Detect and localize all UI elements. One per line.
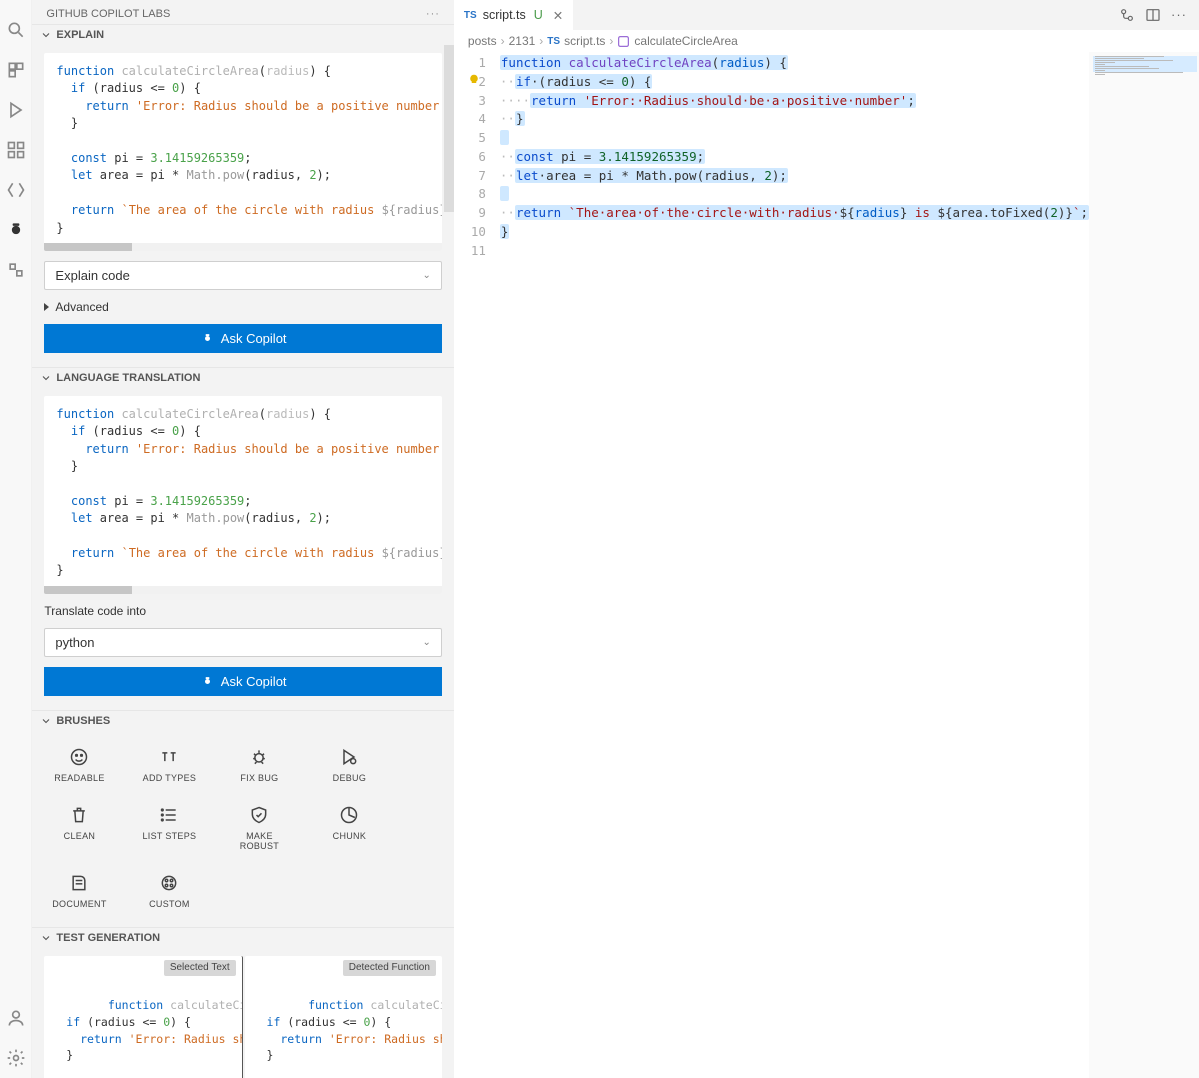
- compare-icon[interactable]: [1119, 7, 1135, 23]
- section-header-brushes[interactable]: BRUSHES: [32, 711, 453, 731]
- ts-file-icon: TS: [464, 10, 477, 21]
- ask-copilot-button[interactable]: Ask Copilot: [44, 667, 441, 696]
- tab-script-ts[interactable]: TS script.ts U ✕: [454, 0, 573, 30]
- copilot-icon: [200, 674, 215, 689]
- testgen-selected-preview: Selected Text function calculateCircleAr…: [44, 956, 242, 1078]
- remote-icon[interactable]: [4, 178, 28, 202]
- advanced-toggle[interactable]: Advanced: [44, 300, 441, 314]
- close-icon[interactable]: ✕: [553, 8, 563, 23]
- translate-code-preview: function calculateCircleArea(radius) { i…: [44, 396, 441, 594]
- labs-icon[interactable]: [4, 258, 28, 282]
- run-icon[interactable]: [4, 98, 28, 122]
- breadcrumb[interactable]: posts › 2131 › TS script.ts › calculateC…: [454, 30, 1199, 52]
- copilot-icon: [200, 331, 215, 346]
- code-line: 3····return 'Error:·Radius·should·be·a·p…: [454, 92, 1089, 111]
- ts-file-icon: TS: [547, 36, 560, 47]
- selected-text-badge: Selected Text: [164, 960, 236, 977]
- minimap[interactable]: [1089, 52, 1199, 1078]
- section-header-explain[interactable]: EXPLAIN: [32, 25, 453, 45]
- brush-fix-bug[interactable]: FIX BUG: [228, 747, 290, 783]
- brush-add-types[interactable]: ADD TYPES: [138, 747, 200, 783]
- section-header-translate[interactable]: LANGUAGE TRANSLATION: [32, 368, 453, 388]
- testgen-detected-preview: Detected Function function calculateCirc…: [245, 956, 442, 1078]
- chevron-down-icon: [40, 29, 52, 41]
- brush-list-steps[interactable]: LIST STEPS: [138, 805, 200, 851]
- brush-grid: READABLE ADD TYPES FIX BUG DEBUG CLEAN LIST S…: [44, 739, 441, 913]
- settings-gear-icon[interactable]: [4, 1046, 28, 1070]
- brush-debug[interactable]: DEBUG: [318, 747, 380, 783]
- chevron-down-icon: [40, 372, 52, 384]
- brush-document[interactable]: DOCUMENT: [48, 873, 110, 909]
- tab-bar: TS script.ts U ✕ ···: [454, 0, 1199, 30]
- detected-function-badge: Detected Function: [343, 960, 436, 977]
- translate-field-label: Translate code into: [44, 604, 441, 618]
- explain-mode-select[interactable]: Explain code ⌄: [44, 261, 441, 290]
- brush-custom[interactable]: CUSTOM: [138, 873, 200, 909]
- split-editor-icon[interactable]: [1145, 7, 1161, 23]
- copilot-labs-panel: GITHUB COPILOT LABS ··· EXPLAIN function…: [32, 0, 453, 1078]
- chevron-down-icon: [40, 932, 52, 944]
- code-line: 9··return `The·area·of·the·circle·with·r…: [454, 204, 1089, 223]
- activity-bar: [0, 0, 32, 1078]
- chevron-down-icon: [40, 715, 52, 727]
- extensions-icon[interactable]: [4, 138, 28, 162]
- search-icon[interactable]: [4, 18, 28, 42]
- code-line: 1function calculateCircleArea(radius) {: [454, 54, 1089, 73]
- chevron-down-icon: ⌄: [423, 637, 431, 648]
- tab-label: script.ts: [483, 8, 526, 22]
- code-line: 10}: [454, 223, 1089, 242]
- editor-more-icon[interactable]: ···: [1171, 7, 1187, 23]
- code-line: 8: [454, 185, 1089, 204]
- translate-language-select[interactable]: python ⌄: [44, 628, 441, 657]
- copilot-icon[interactable]: [4, 218, 28, 242]
- editor-area: TS script.ts U ✕ ··· posts › 2131 › TS s…: [454, 0, 1199, 1078]
- tab-status: U: [534, 8, 543, 22]
- triangle-right-icon: [44, 303, 49, 311]
- lightbulb-icon[interactable]: [468, 74, 480, 86]
- code-line: 11: [454, 242, 1089, 261]
- panel-title: GITHUB COPILOT LABS: [46, 8, 170, 20]
- account-icon[interactable]: [4, 1006, 28, 1030]
- brush-clean[interactable]: CLEAN: [48, 805, 110, 851]
- brush-readable[interactable]: READABLE: [48, 747, 110, 783]
- function-icon: [617, 35, 630, 48]
- explain-code-preview: function calculateCircleArea(radius) { i…: [44, 53, 441, 251]
- chevron-down-icon: ⌄: [423, 270, 431, 281]
- scroll-indicator: [444, 45, 454, 212]
- code-line: 4··}: [454, 110, 1089, 129]
- brush-make-robust[interactable]: MAKE ROBUST: [228, 805, 290, 851]
- code-line: 7··let·area = pi * Math.pow(radius, 2);: [454, 167, 1089, 186]
- brush-chunk[interactable]: CHUNK: [318, 805, 380, 851]
- code-line: 6··const pi = 3.14159265359;: [454, 148, 1089, 167]
- code-line: 2··if·(radius <= 0) {: [454, 73, 1089, 92]
- code-editor[interactable]: 1function calculateCircleArea(radius) {2…: [454, 52, 1089, 1078]
- section-header-testgen[interactable]: TEST GENERATION: [32, 928, 453, 948]
- explorer-icon[interactable]: [4, 58, 28, 82]
- code-line: 5: [454, 129, 1089, 148]
- panel-more-icon[interactable]: ···: [426, 8, 440, 20]
- ask-copilot-button[interactable]: Ask Copilot: [44, 324, 441, 353]
